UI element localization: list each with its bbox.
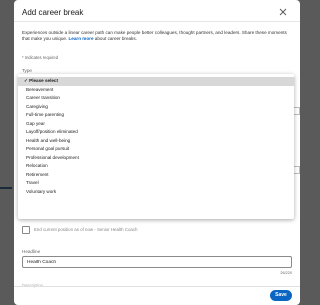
type-option[interactable]: Retirement (18, 171, 294, 180)
check-icon: ✓ (24, 78, 28, 83)
close-button[interactable] (276, 5, 290, 19)
end-position-label: End current position as of now - Senior … (34, 227, 138, 232)
footer-divider (14, 286, 300, 287)
headline-label: Headline (22, 249, 41, 254)
type-option-selected[interactable]: ✓ Please select (18, 77, 294, 86)
type-option[interactable]: Voluntary work (18, 188, 294, 197)
type-dropdown-list[interactable]: ✓ Please select Bereavement Career trans… (18, 74, 294, 219)
end-position-checkbox[interactable] (22, 226, 30, 234)
dialog-title: Add career break (22, 8, 84, 17)
type-option[interactable]: Caregiving (18, 103, 294, 112)
type-label: Type (22, 68, 32, 73)
type-option[interactable]: Health and well-being (18, 137, 294, 146)
close-icon (279, 8, 287, 16)
option-label: Please select (29, 78, 59, 83)
dialog-header: Add career break (14, 0, 300, 22)
type-option[interactable]: Personal goal pursuit (18, 145, 294, 154)
type-option[interactable]: Full-time parenting (18, 111, 294, 120)
intro-text: Experiences outside a linear career path… (22, 30, 292, 42)
add-career-break-dialog: Add career break Experiences outside a l… (14, 0, 300, 305)
type-option[interactable]: Gap year (18, 120, 294, 129)
intro-suffix: about career breaks. (93, 36, 137, 41)
learn-more-link[interactable]: Learn more (68, 36, 93, 41)
field-edge (294, 166, 300, 174)
headline-char-count: 26/220 (280, 271, 292, 275)
type-option[interactable]: Bereavement (18, 86, 294, 95)
type-option[interactable]: Travel (18, 179, 294, 188)
type-option[interactable]: Layoff/position eliminated (18, 128, 294, 137)
field-edge (294, 107, 300, 115)
headline-input[interactable] (22, 256, 292, 268)
required-note: * Indicates required (22, 55, 59, 60)
type-option[interactable]: Relocation (18, 162, 294, 171)
type-option[interactable]: Professional development (18, 154, 294, 163)
save-button[interactable]: Save (270, 290, 292, 301)
intro-body: Experiences outside a linear career path… (22, 30, 287, 41)
background-edge (0, 187, 12, 189)
type-option[interactable]: Career transition (18, 94, 294, 103)
